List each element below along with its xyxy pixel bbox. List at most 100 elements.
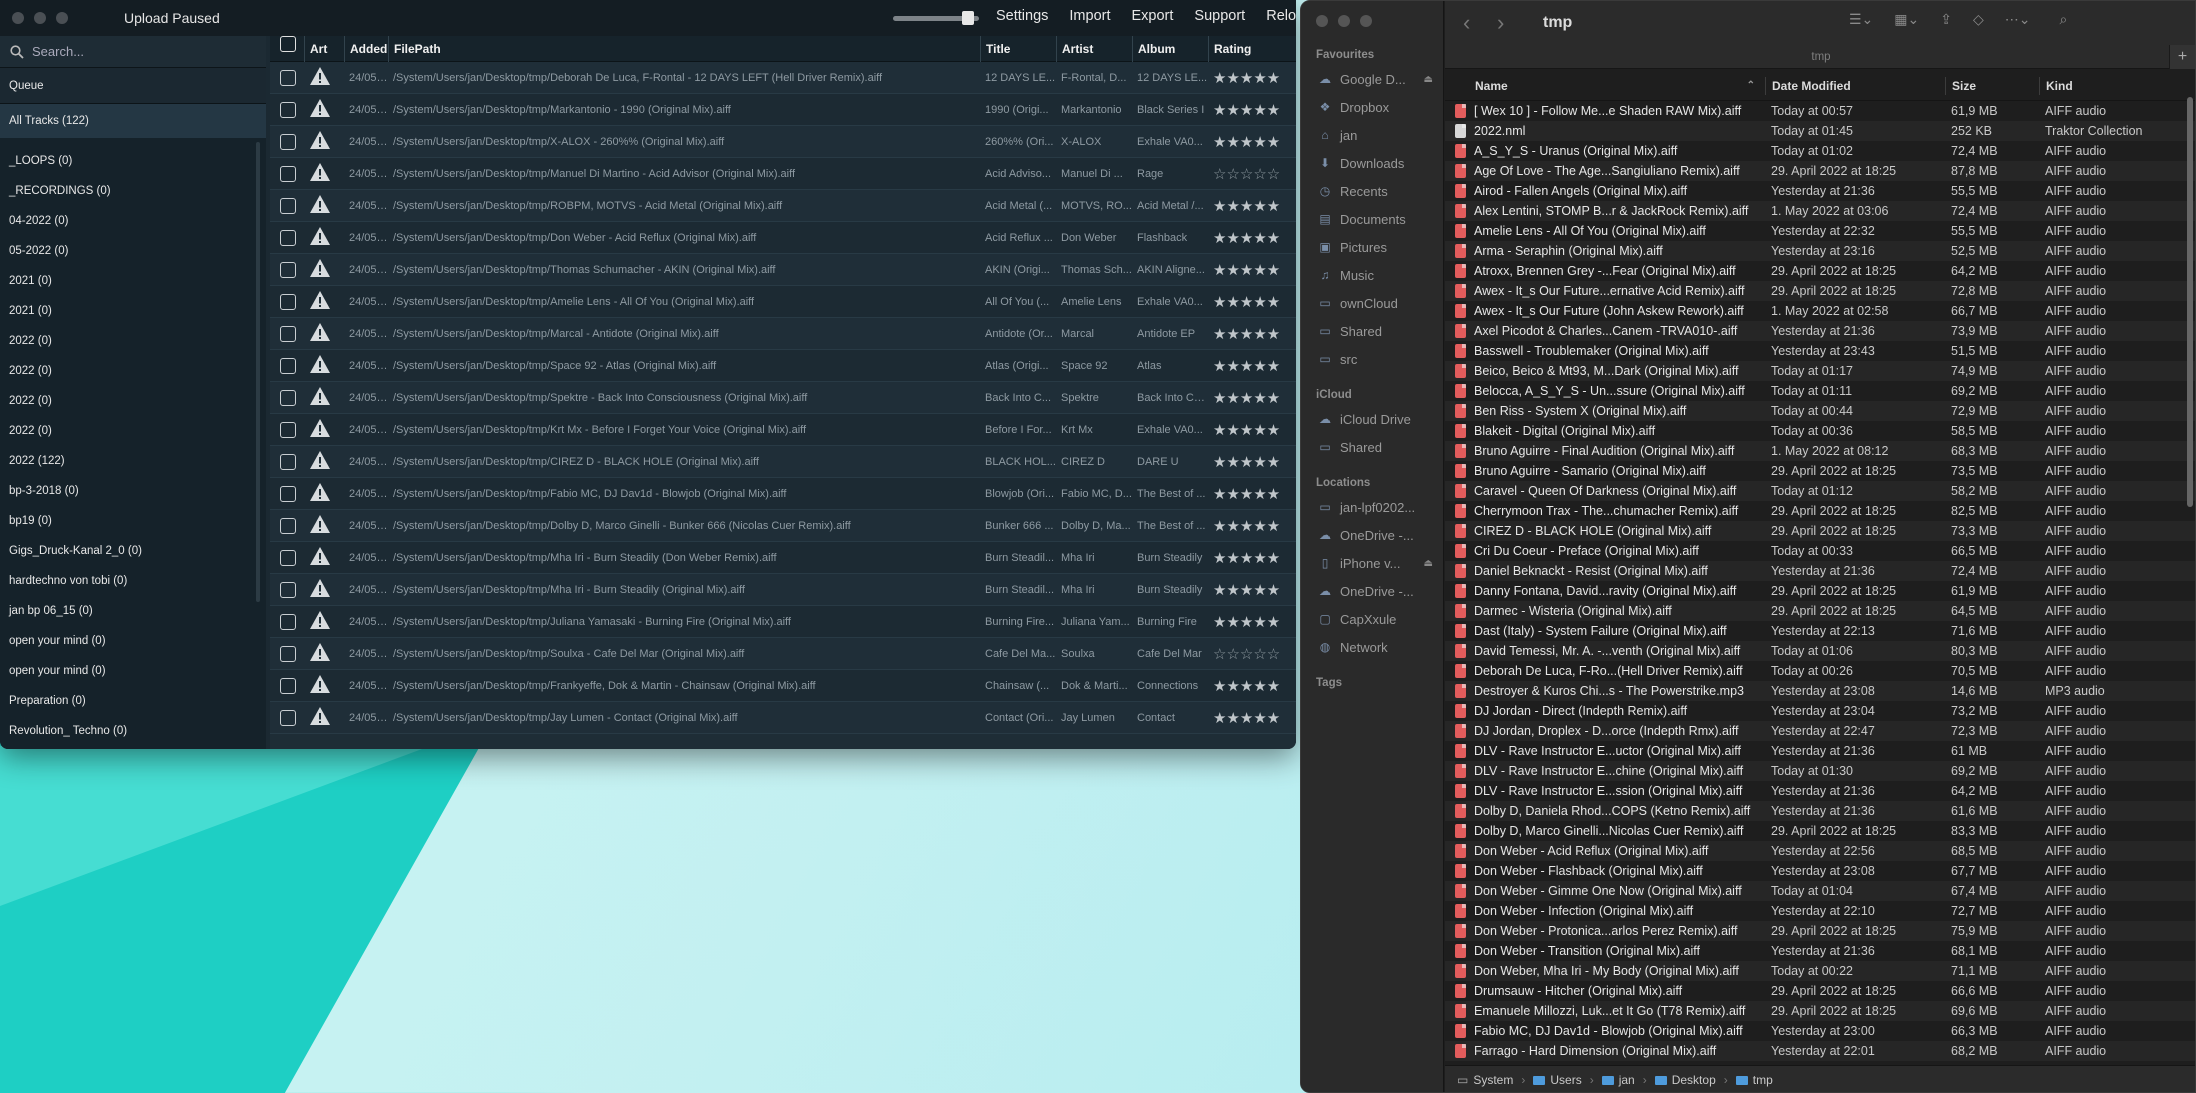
finder-minimize-button[interactable] xyxy=(1338,15,1350,27)
table-row[interactable]: 24/05/22/System/Users/jan/Desktop/tmp/X-… xyxy=(270,126,1296,158)
sidebar-playlist-item[interactable]: Gigs_Druck-Kanal 2_0 (0) xyxy=(0,536,266,566)
row-checkbox[interactable] xyxy=(280,613,296,630)
list-item[interactable]: Cri Du Coeur - Preface (Original Mix).ai… xyxy=(1445,541,2195,561)
sidebar-playlist-item[interactable]: jan bp 06_15 (0) xyxy=(0,596,266,626)
list-item[interactable]: Don Weber - Gimme One Now (Original Mix)… xyxy=(1445,881,2195,901)
row-checkbox[interactable] xyxy=(280,69,296,86)
column-header-rating[interactable]: Rating xyxy=(1208,35,1288,62)
row-checkbox[interactable] xyxy=(280,517,296,534)
track-rating[interactable]: ★★★★★ xyxy=(1208,517,1288,535)
table-row[interactable]: 24/05/22/System/Users/jan/Desktop/tmp/CI… xyxy=(270,446,1296,478)
list-item[interactable]: Basswell - Troublemaker (Original Mix).a… xyxy=(1445,341,2195,361)
finder-zoom-button[interactable] xyxy=(1360,15,1372,27)
list-item[interactable]: Don Weber - Infection (Original Mix).aif… xyxy=(1445,901,2195,921)
sidebar-playlist-item[interactable]: open your mind (0) xyxy=(0,656,266,686)
row-checkbox[interactable] xyxy=(280,101,296,118)
track-rating[interactable]: ★★★★★ xyxy=(1208,293,1288,311)
column-header-artist[interactable]: Artist xyxy=(1056,35,1132,62)
column-header-name[interactable]: Name ⌃ xyxy=(1445,77,1765,95)
add-tab-icon[interactable]: + xyxy=(2169,45,2195,69)
track-rating[interactable]: ★★★★★ xyxy=(1208,581,1288,599)
sidebar-item-recents[interactable]: ◷ Recents xyxy=(1301,177,1443,205)
list-item[interactable]: Ben Riss - System X (Original Mix).aiff T… xyxy=(1445,401,2195,421)
track-rating[interactable]: ★★★★★ xyxy=(1208,197,1288,215)
row-checkbox[interactable] xyxy=(280,581,296,598)
column-header-album[interactable]: Album xyxy=(1132,35,1208,62)
list-item[interactable]: Destroyer & Kuros Chi...s - The Powerstr… xyxy=(1445,681,2195,701)
eject-icon[interactable]: ⏏ xyxy=(1424,558,1433,569)
list-item[interactable]: Cherrymoon Trax - The...chumacher Remix)… xyxy=(1445,501,2195,521)
grid-view-icon[interactable]: ▦⌄ xyxy=(1894,11,1919,28)
track-rating[interactable]: ★★★★★ xyxy=(1208,133,1288,151)
column-header-date-modified[interactable]: Date Modified xyxy=(1765,76,1945,95)
list-item[interactable]: Daniel Beknackt - Resist (Original Mix).… xyxy=(1445,561,2195,581)
table-row[interactable]: 24/05/22/System/Users/jan/Desktop/tmp/Am… xyxy=(270,286,1296,318)
tag-icon[interactable]: ◇ xyxy=(1973,11,1984,28)
table-row[interactable]: 24/05/22/System/Users/jan/Desktop/tmp/Sp… xyxy=(270,382,1296,414)
sidebar-playlist-item[interactable]: 2022 (0) xyxy=(0,386,266,416)
sidebar-item-google-d[interactable]: ☁ Google D... ⏏ xyxy=(1301,65,1443,93)
track-rating[interactable]: ★★★★★ xyxy=(1208,357,1288,375)
search-input[interactable] xyxy=(32,44,232,59)
column-header-added[interactable]: Added xyxy=(344,35,388,62)
sidebar-playlist-item[interactable]: 2022 (0) xyxy=(0,416,266,446)
sidebar-item-all-tracks[interactable]: All Tracks (122) xyxy=(0,104,266,138)
sidebar-item-jan-lpf0202[interactable]: ▭ jan-lpf0202... xyxy=(1301,493,1443,521)
list-item[interactable]: DLV - Rave Instructor E...ssion (Origina… xyxy=(1445,781,2195,801)
row-checkbox[interactable] xyxy=(280,325,296,342)
list-item[interactable]: Beico, Beico & Mt93, M...Dark (Original … xyxy=(1445,361,2195,381)
list-item[interactable]: Don Weber - Protonica...arlos Perez Remi… xyxy=(1445,921,2195,941)
sidebar-playlist-item[interactable]: hardtechno von tobi (0) xyxy=(0,566,266,596)
sidebar-playlist-item[interactable]: 04-2022 (0) xyxy=(0,206,266,236)
track-rating[interactable]: ★★★★★ xyxy=(1208,613,1288,631)
track-rating[interactable]: ★★★★★ xyxy=(1208,325,1288,343)
row-checkbox[interactable] xyxy=(280,293,296,310)
sidebar-item-music[interactable]: ♫ Music xyxy=(1301,261,1443,289)
sidebar-playlist-item[interactable]: _LOOPS (0) xyxy=(0,146,266,176)
more-actions-icon[interactable]: ⋯⌄ xyxy=(2005,11,2031,28)
table-row[interactable]: 24/05/22/System/Users/jan/Desktop/tmp/Ma… xyxy=(270,158,1296,190)
sidebar-item-capxxule[interactable]: ▢ CapXxule xyxy=(1301,605,1443,633)
row-checkbox[interactable] xyxy=(280,549,296,566)
list-item[interactable]: Darmec - Wisteria (Original Mix).aiff 29.… xyxy=(1445,601,2195,621)
table-row[interactable]: 24/05/22/System/Users/jan/Desktop/tmp/Do… xyxy=(270,510,1296,542)
back-chevron-icon[interactable]: ‹ xyxy=(1463,10,1483,36)
track-rating[interactable]: ★★★★★ xyxy=(1208,421,1288,439)
list-item[interactable]: Don Weber, Mha Iri - My Body (Original M… xyxy=(1445,961,2195,981)
table-row[interactable]: 24/05/22/System/Users/jan/Desktop/tmp/Ja… xyxy=(270,702,1296,734)
list-item[interactable]: Bruno Aguirre - Samario (Original Mix).a… xyxy=(1445,461,2195,481)
list-item[interactable]: Emanuele Millozzi, Luk...et It Go (T78 R… xyxy=(1445,1001,2195,1021)
sidebar-playlist-item[interactable]: 2021 (0) xyxy=(0,266,266,296)
table-row[interactable]: 24/05/22/System/Users/jan/Desktop/tmp/So… xyxy=(270,638,1296,670)
table-row[interactable]: 24/05/22/System/Users/jan/Desktop/tmp/Do… xyxy=(270,222,1296,254)
table-row[interactable]: 24/05/22/System/Users/jan/Desktop/tmp/Ma… xyxy=(270,94,1296,126)
sidebar-scrollbar[interactable] xyxy=(256,142,260,602)
table-row[interactable]: 24/05/22/System/Users/jan/Desktop/tmp/Kr… xyxy=(270,414,1296,446)
zoom-slider[interactable] xyxy=(893,11,979,25)
track-rating[interactable]: ★★★★★ xyxy=(1208,389,1288,407)
column-header-kind[interactable]: Kind xyxy=(2039,76,2179,95)
sidebar-playlist-item[interactable]: Preparation (0) xyxy=(0,686,266,716)
track-rating[interactable]: ★★★★★ xyxy=(1208,453,1288,471)
breadcrumb-item[interactable]: ▭ System xyxy=(1457,1073,1513,1087)
table-row[interactable]: 24/05/22/System/Users/jan/Desktop/tmp/Ma… xyxy=(270,318,1296,350)
list-item[interactable]: 2022.nml Today at 01:45 252 KB Traktor Coll… xyxy=(1445,121,2195,141)
row-checkbox[interactable] xyxy=(280,453,296,470)
select-all-checkbox[interactable] xyxy=(280,35,296,52)
breadcrumb-item[interactable]: Users xyxy=(1533,1073,1582,1087)
sidebar-item-onedrive[interactable]: ☁ OneDrive -... xyxy=(1301,521,1443,549)
list-view-icon[interactable]: ☰⌄ xyxy=(1849,11,1873,28)
list-item[interactable]: David Temessi, Mr. A. -...venth (Origina… xyxy=(1445,641,2195,661)
column-header-size[interactable]: Size xyxy=(1945,76,2039,95)
sidebar-item-icloud-drive[interactable]: ☁ iCloud Drive xyxy=(1301,405,1443,433)
table-row[interactable]: 24/05/22/System/Users/jan/Desktop/tmp/De… xyxy=(270,62,1296,94)
list-item[interactable]: A_S_Y_S - Uranus (Original Mix).aiff Toda… xyxy=(1445,141,2195,161)
sidebar-playlist-item[interactable]: _RECORDINGS (0) xyxy=(0,176,266,206)
table-row[interactable]: 24/05/22/System/Users/jan/Desktop/tmp/RO… xyxy=(270,190,1296,222)
track-rating[interactable]: ★★★★★ xyxy=(1208,69,1288,87)
sidebar-playlist-item[interactable]: Revolution_ Techno (0) xyxy=(0,716,266,746)
row-checkbox[interactable] xyxy=(280,133,296,150)
menu-export[interactable]: Export xyxy=(1132,8,1174,24)
table-row[interactable]: 24/05/22/System/Users/jan/Desktop/tmp/Mh… xyxy=(270,574,1296,606)
track-rating[interactable]: ☆☆☆☆☆ xyxy=(1208,645,1288,663)
